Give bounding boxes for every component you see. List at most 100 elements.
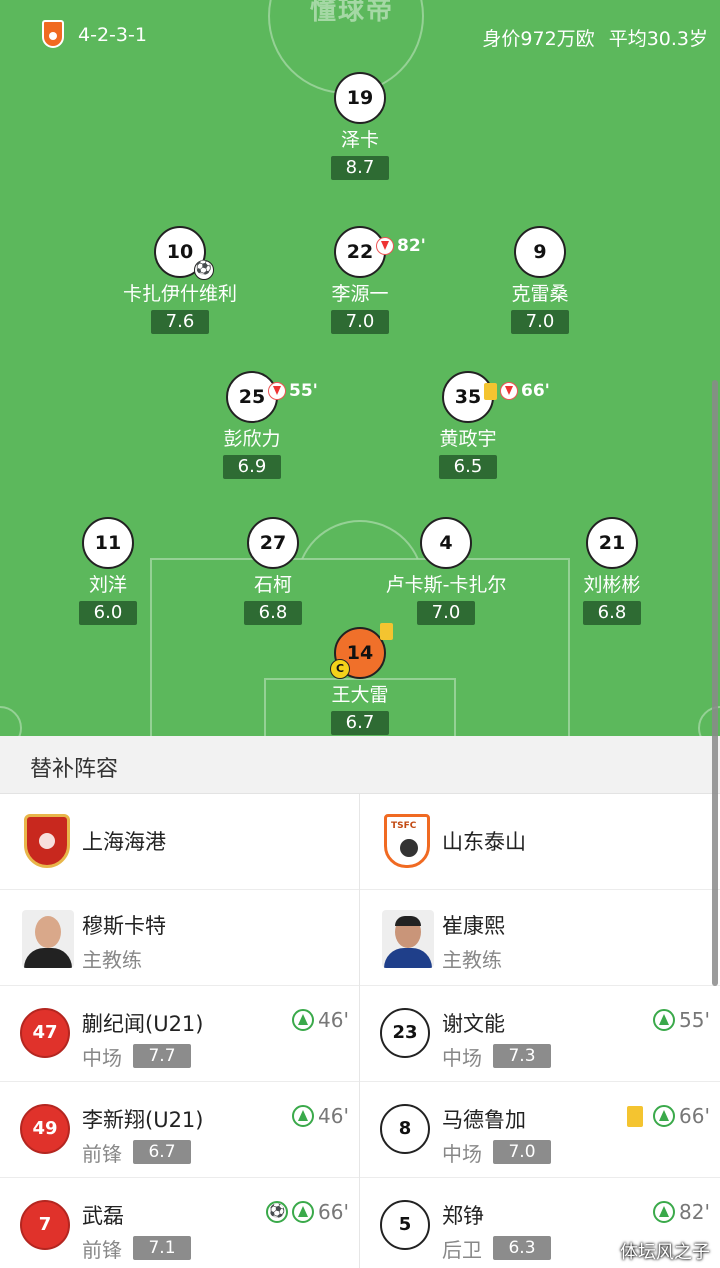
player-dm-right[interactable]: 35 66' 黄政宇 6.5 [378, 371, 558, 479]
sub-player-row[interactable]: 49 李新翔(U21) 前锋 6.7 46' [0, 1082, 359, 1178]
player-st[interactable]: 19 泽卡 8.7 [270, 72, 450, 180]
player-rating: 6.0 [79, 601, 137, 625]
yellow-card-icon [484, 382, 497, 400]
sub-on-minute: 66' [318, 1200, 349, 1224]
subs-column-home: 上海海港 穆斯卡特 主教练 47 蒯纪闻(U21) 中场 7.7 46' 49 … [0, 794, 360, 1268]
player-am-right[interactable]: 9 克雷桑 7.0 [450, 226, 630, 334]
player-name: 刘彬彬 [583, 574, 641, 596]
team-header-away[interactable]: 山东泰山 [360, 794, 720, 890]
player-number: 4 [420, 517, 472, 569]
player-number: 27 [247, 517, 299, 569]
player-number: 19 [334, 72, 386, 124]
scrollbar-thumb[interactable] [712, 380, 718, 986]
player-name: 卡扎伊什维利 [122, 283, 237, 305]
sub-events: 82' [653, 1200, 710, 1224]
player-am-center[interactable]: 22 82' 李源一 7.0 [270, 226, 450, 334]
player-rating: 6.7 [133, 1140, 191, 1164]
team-header-home[interactable]: 上海海港 [0, 794, 359, 890]
player-number-badge: 8 [380, 1104, 430, 1154]
squad-value: 身价972万欧 [482, 28, 595, 50]
subs-columns: 上海海港 穆斯卡特 主教练 47 蒯纪闻(U21) 中场 7.7 46' 49 … [0, 794, 720, 1268]
player-dm-left[interactable]: 25 55' 彭欣力 6.9 [162, 371, 342, 479]
sub-on-arrow-icon [292, 1009, 315, 1031]
player-number-badge: 49 [20, 1104, 70, 1154]
lineup-pitch: 懂球帝 4-2-3-1 身价972万欧 平均30.3岁 19 泽卡 8.7 10 ⚽… [0, 0, 720, 736]
player-number: 10 [166, 241, 194, 263]
subs-column-away: 山东泰山 崔康熙 主教练 23 谢文能 中场 7.3 55' 8 马德鲁加 中场… [360, 794, 720, 1268]
player-number-disc: 22 82' [334, 226, 426, 278]
squad-summary: 身价972万欧 平均30.3岁 [482, 24, 708, 51]
sub-off-arrow-icon [376, 237, 394, 255]
formation-label: 4-2-3-1 [78, 24, 147, 46]
shanghai-port-logo-icon [24, 814, 70, 868]
sub-on-minute: 46' [318, 1104, 349, 1128]
player-name: 李源一 [331, 283, 389, 305]
player-number: 25 [238, 386, 266, 408]
coach-role: 主教练 [82, 948, 142, 972]
player-rating: 7.0 [417, 601, 475, 625]
player-rating: 6.7 [331, 711, 389, 735]
player-number: 9 [514, 226, 566, 278]
average-age: 平均30.3岁 [608, 28, 708, 50]
sub-on-minute: 82' [679, 1200, 710, 1224]
sub-events: ⚽ 66' [266, 1200, 349, 1224]
player-position: 中场 [442, 1142, 482, 1166]
sub-off-minute: 55' [289, 381, 318, 401]
sub-events: 66' [627, 1104, 710, 1128]
player-gk[interactable]: 14 C 王大雷 6.7 [270, 623, 450, 735]
player-rating: 6.8 [583, 601, 641, 625]
yellow-card-icon [380, 623, 393, 640]
sub-on-arrow-icon [653, 1201, 676, 1223]
sub-events: 46' [292, 1008, 349, 1032]
sub-player-row[interactable]: 8 马德鲁加 中场 7.0 66' [360, 1082, 720, 1178]
player-name: 刘洋 [88, 574, 127, 596]
player-rb[interactable]: 21 刘彬彬 6.8 [522, 517, 702, 625]
player-name: 武磊 [82, 1204, 124, 1228]
player-am-left[interactable]: 10 ⚽ 卡扎伊什维利 7.6 [90, 226, 270, 334]
sub-off-minute: 82' [397, 236, 426, 256]
player-cb-right[interactable]: 4 卢卡斯-卡扎尔 7.0 [356, 517, 536, 625]
player-number-disc: 35 66' [442, 371, 550, 423]
coach-name: 崔康熙 [442, 914, 505, 938]
player-number-badge: 7 [20, 1200, 70, 1250]
player-rating: 7.1 [133, 1236, 191, 1260]
sub-events: 46' [292, 1104, 349, 1128]
player-rating: 7.6 [151, 310, 209, 334]
subs-section-header: 替补阵容 [0, 736, 720, 794]
sub-on-arrow-icon [292, 1105, 315, 1127]
coach-row-away[interactable]: 崔康熙 主教练 [360, 890, 720, 986]
sub-off-arrow-icon [268, 382, 286, 400]
team-name: 上海海港 [82, 830, 166, 854]
sub-on-arrow-icon [292, 1201, 315, 1223]
player-cb-left[interactable]: 27 石柯 6.8 [183, 517, 363, 625]
coach-row-home[interactable]: 穆斯卡特 主教练 [0, 890, 359, 986]
player-rating: 6.5 [439, 455, 497, 479]
player-number: 14 [346, 642, 374, 664]
player-name: 克雷桑 [511, 283, 569, 305]
sub-off-arrow-icon [500, 382, 518, 400]
captain-badge-icon: C [330, 659, 350, 679]
player-number-disc: 10 ⚽ [154, 226, 214, 280]
player-rating: 7.3 [493, 1044, 551, 1068]
player-number: 35 [454, 386, 482, 408]
player-rating: 7.0 [511, 310, 569, 334]
player-name: 卢卡斯-卡扎尔 [385, 574, 507, 596]
player-rating: 6.3 [493, 1236, 551, 1260]
coach-role: 主教练 [442, 948, 502, 972]
sub-on-minute: 46' [318, 1008, 349, 1032]
player-number-badge: 47 [20, 1008, 70, 1058]
subs-title: 替补阵容 [30, 757, 119, 782]
shandong-taishan-logo-icon [384, 814, 430, 868]
sub-off-marker: 82' [376, 222, 426, 270]
sub-player-row[interactable]: 7 武磊 前锋 7.1 ⚽ 66' [0, 1178, 359, 1268]
player-rating: 6.9 [223, 455, 281, 479]
sub-off-marker: 55' [268, 367, 318, 415]
site-watermark: 体坛风之子 [620, 1242, 710, 1263]
player-name: 黄政宇 [439, 428, 497, 450]
team-crest-icon [42, 20, 64, 48]
player-rating: 7.7 [133, 1044, 191, 1068]
player-rating: 7.0 [493, 1140, 551, 1164]
player-lb[interactable]: 11 刘洋 6.0 [18, 517, 198, 625]
sub-player-row[interactable]: 47 蒯纪闻(U21) 中场 7.7 46' [0, 986, 359, 1082]
sub-player-row[interactable]: 23 谢文能 中场 7.3 55' [360, 986, 720, 1082]
